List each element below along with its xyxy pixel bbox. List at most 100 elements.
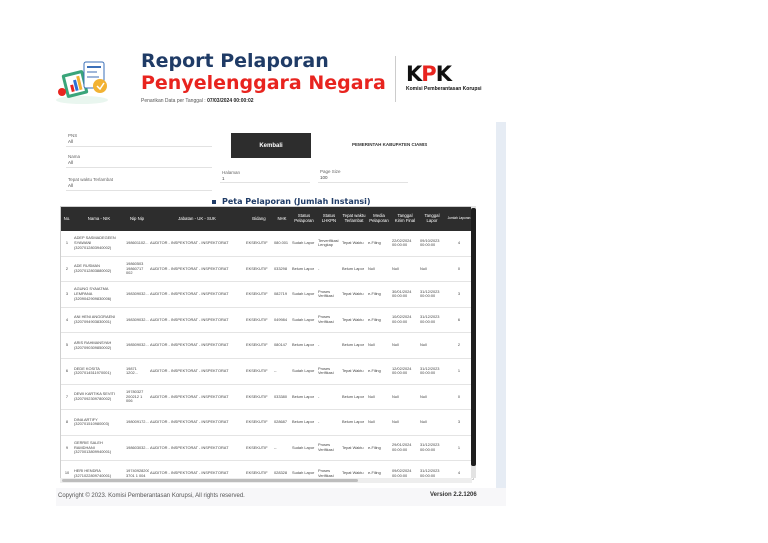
cell-nhk: 082719 [273,281,291,308]
pns-filter-value[interactable]: All [68,139,73,144]
kpk-logo-subtitle: Komisi Pemberantasan Korupsi [406,86,482,92]
pemda-label: PEMERINTAH KABUPATEN CIAMIS [352,142,428,147]
cell-nhk: 080.001 [273,231,291,257]
cell-nip: 198509032... [125,332,149,359]
col-header-jabatan[interactable]: Jabatan - UK - SUK [149,207,245,231]
cell-status-lhkpn: - [317,332,341,359]
tepat-filter-value[interactable]: All [68,183,73,188]
halaman-value[interactable]: 1 [222,176,225,181]
cell-nama-nik: DEDE KOSITA (3207014511970001) [73,358,125,385]
cell-jabatan: AUDITOR - INSPEKTORAT - INSPEKTORAT [149,409,245,436]
nama-filter-value[interactable]: All [68,160,73,165]
cell-jumlah: 6 [445,307,473,334]
table-row[interactable]: 7 DEWI KARTIKA SEVITI (3207092309780002) 1… [61,384,473,411]
cell-nama-nik: ADE RUSMAN (3207012803880002) [73,256,125,283]
cell-nip: 198309032... [125,307,149,334]
table-vertical-scroll-thumb[interactable] [471,208,476,466]
pagesize-label: Page Size [320,169,341,174]
cell-jumlah: 0 [445,256,473,283]
generated-date-value: 07/03/2024 00:00:02 [207,98,254,104]
col-header-status-pelaporan[interactable]: Status Pelaporan [291,207,317,231]
table-row[interactable]: 8 DINA ARTIFY (320701510980003) 198009172.… [61,409,473,436]
cell-tanggal-lapor: 09/10/2023 00:00:00 [419,231,445,257]
version-text: Version 2.2.1206 [430,492,477,498]
cell-no: 7 [61,384,73,411]
cell-tepat-waktu: Belum Lapor [341,384,367,411]
cell-no: 4 [61,307,73,334]
cell-nip: 198009172... [125,409,149,436]
side-strip [496,122,506,490]
col-header-status-lhkpn[interactable]: Status LHKPN [317,207,341,231]
cell-tanggal-lapor: 31/12/2023 00:00:00 [419,281,445,308]
col-header-jumlah[interactable]: Jumlah Laporan [445,207,473,231]
cell-tepat-waktu: Tepat Waktu [341,281,367,308]
col-header-bidang[interactable]: Bidang [245,207,273,231]
cell-status-lhkpn: Proses Verifikasi [317,281,341,308]
table-row[interactable]: 9 GERRIE SALEH RAMDHANI (3270013809940001… [61,435,473,462]
section-bullet-icon [212,200,216,204]
cell-tepat-waktu: Tepat Waktu [341,231,367,257]
cell-no: 1 [61,231,73,257]
cell-status-pelaporan: Sudah Lapor [291,307,317,334]
cell-no: 5 [61,332,73,359]
cell-jumlah: 3 [445,281,473,308]
table-row[interactable]: 1 ADEP SASMADEGEEN SYAWANI (3207012803940… [61,231,473,257]
halaman-label: Halaman [222,170,241,175]
col-header-nama[interactable]: Nama - NIK [73,207,125,231]
table-row[interactable]: 5 ARIS RAHMANSYAH (3207090309850002) 19850… [61,332,473,359]
cell-nama-nik: ADEP SASMADEGEEN SYAWANI (32070128039400… [73,231,125,257]
cell-tepat-waktu: Tepat Waktu [341,358,367,385]
table-row[interactable]: 3 AGUNG SYAIATMA LEMPANA (320904290983000… [61,281,473,308]
cell-jabatan: AUDITOR - INSPEKTORAT - INSPEKTORAT [149,231,245,257]
tepat-filter-label: Tepat waktu Terlambat [68,177,113,182]
cell-tanggal-kirim: 22/02/2024 00:00:00 [391,231,419,257]
cell-status-pelaporan: Belum Lapor [291,256,317,283]
col-header-nip[interactable]: Nip Nip [125,207,149,231]
pagesize-value[interactable]: 100 [320,175,328,180]
col-header-tepat-waktu[interactable]: Tepat waktu Terlambat [341,207,367,231]
cell-nama-nik: ANI HENI ANGGRAENI (3207094903830001) [73,307,125,334]
kembali-button[interactable]: Kembali [231,133,311,158]
table-header-row: No. Nama - NIK Nip Nip Jabatan - UK - SU… [61,207,473,231]
cell-tepat-waktu: Tepat Waktu [341,435,367,462]
cell-tanggal-kirim: 12/02/2024 00:00:00 [391,358,419,385]
halaman-underline [220,182,310,183]
col-header-media[interactable]: Media Pelaporan [367,207,391,231]
cell-status-pelaporan: Belum Lapor [291,409,317,436]
cell-status-pelaporan: Belum Lapor [291,384,317,411]
pagesize-underline [318,182,408,183]
cell-no: 6 [61,358,73,385]
cell-nip: 19860503 19860717 002 [125,256,149,283]
cell-bidang: EKSEKUTIF [245,332,273,359]
cell-tanggal-kirim: 10/02/2024 00:00:00 [391,307,419,334]
cell-nhk: 033298 [273,256,291,283]
cell-jumlah: 2 [445,332,473,359]
cell-no: 2 [61,256,73,283]
table-horizontal-scroll-thumb[interactable] [62,479,358,482]
table-row[interactable]: 2 ADE RUSMAN (3207012803880002) 19860503 1… [61,256,473,283]
col-header-no[interactable]: No. [61,207,73,231]
pns-filter-underline [66,146,212,147]
cell-status-pelaporan: Sudah Lapor [291,435,317,462]
cell-nhk: 080147 [273,332,291,359]
cell-nhk: -- [273,435,291,462]
table-row[interactable]: 6 DEDE KOSITA (3207014511970001) 19871 120… [61,358,473,385]
cell-status-lhkpn: Proses Verifikasi [317,358,341,385]
col-header-tanggal-kirim[interactable]: Tanggal Kirim Final [391,207,419,231]
cell-bidang: EKSEKUTIF [245,307,273,334]
cell-bidang: EKSEKUTIF [245,384,273,411]
kpk-logo-k2: K [435,62,452,86]
cell-nhk: 028687 [273,409,291,436]
col-header-nhk[interactable]: NHK [273,207,291,231]
cell-nip: 19871 1202... [125,358,149,385]
cell-status-pelaporan: Sudah Lapor [291,281,317,308]
cell-jabatan: AUDITOR - INSPEKTORAT - INSPEKTORAT [149,332,245,359]
report-title: Report Pelaporan [141,50,329,72]
cell-media: Null [367,384,391,411]
cell-nama-nik: DEWI KARTIKA SEVITI (3207092309780002) [73,384,125,411]
cell-bidang: EKSEKUTIF [245,281,273,308]
table-row[interactable]: 4 ANI HENI ANGGRAENI (3207094903830001) 19… [61,307,473,334]
cell-media: e-Filing [367,307,391,334]
copyright-text: Copyright © 2023. Komisi Pemberantasan K… [58,493,245,499]
col-header-tanggal-lapor[interactable]: Tanggal Lapor [419,207,445,231]
